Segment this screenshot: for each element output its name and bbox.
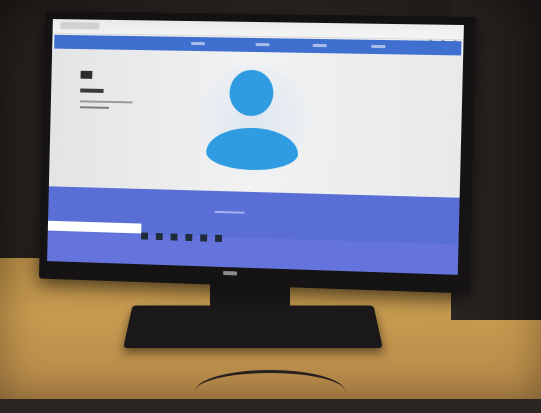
nav-item[interactable]	[191, 41, 205, 46]
taskbar-app-icon[interactable]	[170, 233, 178, 241]
browser-tab[interactable]	[60, 22, 100, 30]
hero-title	[80, 70, 93, 79]
taskbar-app-icon[interactable]	[200, 234, 208, 242]
monitor-screen	[47, 19, 464, 275]
hero-subtitle	[80, 88, 104, 93]
monitor-logo	[223, 270, 238, 276]
taskbar-app-icon[interactable]	[141, 232, 149, 240]
nav-item[interactable]	[371, 44, 386, 49]
taskbar-app-icon[interactable]	[215, 234, 223, 243]
taskbar-icons	[141, 225, 225, 243]
monitor-bezel	[38, 11, 477, 294]
taskbar-app-icon[interactable]	[155, 232, 163, 241]
nav-item[interactable]	[312, 43, 327, 48]
monitor-stand-base	[123, 305, 383, 349]
cable	[195, 370, 345, 413]
nav-item[interactable]	[255, 42, 270, 47]
taskbar-app-icon[interactable]	[185, 233, 193, 242]
